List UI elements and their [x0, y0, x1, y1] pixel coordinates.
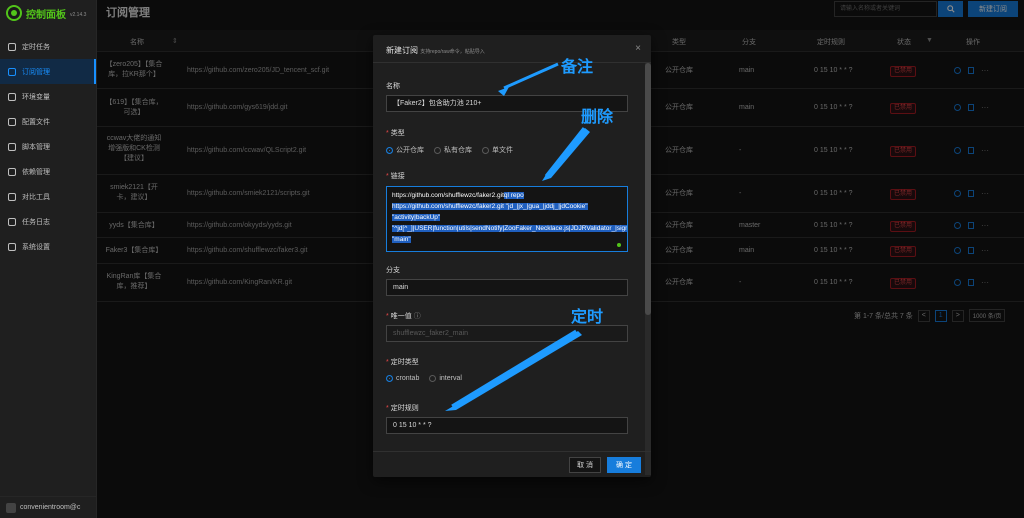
arrow-note-shaft-icon	[503, 62, 559, 90]
arrow-delete-shaft-icon	[544, 127, 586, 177]
annotation-arrows	[445, 62, 590, 411]
annotation-timer: 定时	[571, 307, 604, 326]
annotation-delete: 删除	[581, 107, 614, 126]
annotation-note: 备注	[561, 57, 594, 76]
arrow-timer-shaft-icon	[451, 329, 577, 408]
arrow-note-icon	[498, 65, 560, 96]
